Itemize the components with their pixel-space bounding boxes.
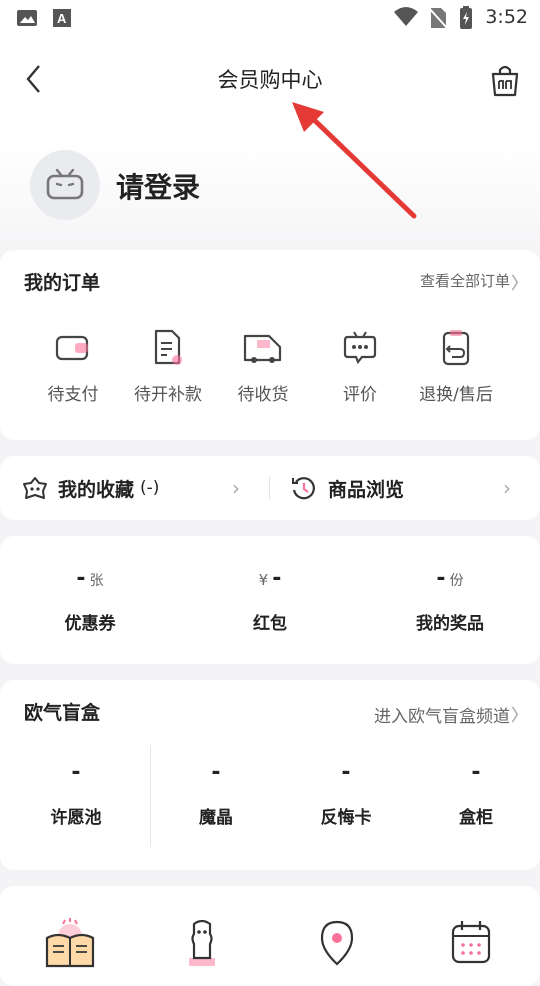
chat-icon <box>343 331 377 365</box>
shopping-bag-icon[interactable] <box>488 62 522 98</box>
magic-crystal-entry[interactable]: - 魔晶 <box>156 760 276 828</box>
location-pin-icon <box>320 920 354 966</box>
favorites-count: (-) <box>140 478 160 498</box>
order-label: 待支付 <box>47 385 99 405</box>
box-cabinet-label: 盒柜 <box>459 808 493 828</box>
order-pending-receipt[interactable]: 待收货 <box>208 326 318 405</box>
wish-pool-label: 许愿池 <box>50 808 102 828</box>
battery-charging-icon <box>460 6 472 29</box>
orders-card: 我的订单 查看全部订单〉 待支付 待开补款 待收货 评价 退换/售后 <box>0 250 540 440</box>
font-notification-icon: A <box>53 9 71 27</box>
order-pending-payment[interactable]: 待支付 <box>18 326 128 405</box>
svg-text:A: A <box>57 11 67 26</box>
orders-title: 我的订单 <box>24 272 101 294</box>
wish-pool-entry[interactable]: - 许愿池 <box>16 760 136 828</box>
red-packet-currency: ¥ <box>258 571 269 589</box>
wallet-card: -张 优惠券 ¥ - 红包 -份 我的奖品 <box>0 536 540 664</box>
order-label: 退换/售后 <box>419 385 493 405</box>
open-book-icon <box>45 918 95 968</box>
coupons-label: 优惠券 <box>64 614 116 634</box>
wallet-icon <box>55 335 89 361</box>
chevron-right-icon: › <box>503 476 511 500</box>
red-packet-entry[interactable]: ¥ - 红包 <box>210 566 330 634</box>
avatar[interactable] <box>30 150 100 220</box>
annotation-arrow-icon <box>292 102 417 219</box>
order-label: 评价 <box>343 385 377 405</box>
prizes-value: - <box>436 566 446 591</box>
order-label: 待收货 <box>237 385 289 405</box>
login-prompt[interactable]: 请登录 <box>116 166 200 206</box>
tv-mascot-icon <box>46 168 84 200</box>
no-sim-icon <box>428 7 448 29</box>
wish-pool-value: - <box>71 760 81 785</box>
order-review[interactable]: 评价 <box>305 326 415 405</box>
divider <box>150 745 151 847</box>
blind-box-title: 欧气盲盒 <box>24 702 101 724</box>
blind-box-card: 欧气盲盒 进入欧气盲盒频道〉 - 许愿池 - 魔晶 - 反悔卡 - 盒柜 <box>0 680 540 870</box>
coupons-entry[interactable]: -张 优惠券 <box>30 566 150 634</box>
regret-card-label: 反悔卡 <box>320 808 372 828</box>
shortcut-location[interactable] <box>307 918 367 968</box>
red-packet-value: - <box>272 566 282 591</box>
shortcut-figure[interactable] <box>172 918 232 968</box>
chevron-right-icon: 〉 <box>511 274 528 294</box>
image-notification-icon <box>17 10 37 26</box>
truck-icon <box>243 334 282 363</box>
wifi-icon <box>394 7 418 26</box>
favorites-label: 我的收藏 <box>58 478 135 501</box>
calendar-icon <box>451 921 491 964</box>
divider <box>269 476 270 500</box>
shortcut-calendar[interactable] <box>442 918 502 968</box>
order-label: 待开补款 <box>134 385 202 405</box>
shortcuts-card <box>0 886 540 986</box>
clock: 3:52 <box>485 6 528 28</box>
regret-card-entry[interactable]: - 反悔卡 <box>286 760 406 828</box>
prizes-label: 我的奖品 <box>416 614 484 634</box>
history-label: 商品浏览 <box>328 478 405 501</box>
chevron-right-icon: 〉 <box>511 706 528 726</box>
box-cabinet-value: - <box>471 760 481 785</box>
star-bag-icon <box>23 477 47 499</box>
browse-history-entry[interactable]: 商品浏览 <box>290 456 404 520</box>
order-pending-balance[interactable]: 待开补款 <box>113 326 223 405</box>
coupons-value: - <box>76 566 86 591</box>
return-icon <box>442 330 470 366</box>
view-all-orders-link[interactable]: 查看全部订单〉 <box>419 270 528 294</box>
blind-box-channel-link[interactable]: 进入欧气盲盒频道〉 <box>374 702 528 727</box>
status-bar: A 3:52 <box>0 0 540 38</box>
figure-icon <box>189 919 215 966</box>
page-title: 会员购中心 <box>217 68 323 92</box>
shortcut-book[interactable] <box>40 918 100 968</box>
coupons-unit: 张 <box>89 573 104 589</box>
navigation-bar: 会员购中心 <box>0 48 540 108</box>
my-favorites-entry[interactable]: 我的收藏 (-) <box>22 456 159 520</box>
red-packet-label: 红包 <box>253 614 287 634</box>
magic-crystal-label: 魔晶 <box>199 808 233 828</box>
regret-card-value: - <box>341 760 351 785</box>
history-clock-icon <box>292 477 315 500</box>
magic-crystal-value: - <box>211 760 221 785</box>
order-returns[interactable]: 退换/售后 <box>401 326 511 405</box>
favorites-card: 我的收藏 (-) › 商品浏览 › <box>0 456 540 520</box>
chevron-right-icon: › <box>232 476 240 500</box>
header-background <box>0 0 540 260</box>
prizes-unit: 份 <box>449 573 464 589</box>
my-prizes-entry[interactable]: -份 我的奖品 <box>390 566 510 634</box>
view-all-orders-label: 查看全部订单 <box>419 272 510 290</box>
document-icon <box>154 329 182 365</box>
blind-box-link-label: 进入欧气盲盒频道 <box>374 707 510 727</box>
box-cabinet-entry[interactable]: - 盒柜 <box>416 760 536 828</box>
